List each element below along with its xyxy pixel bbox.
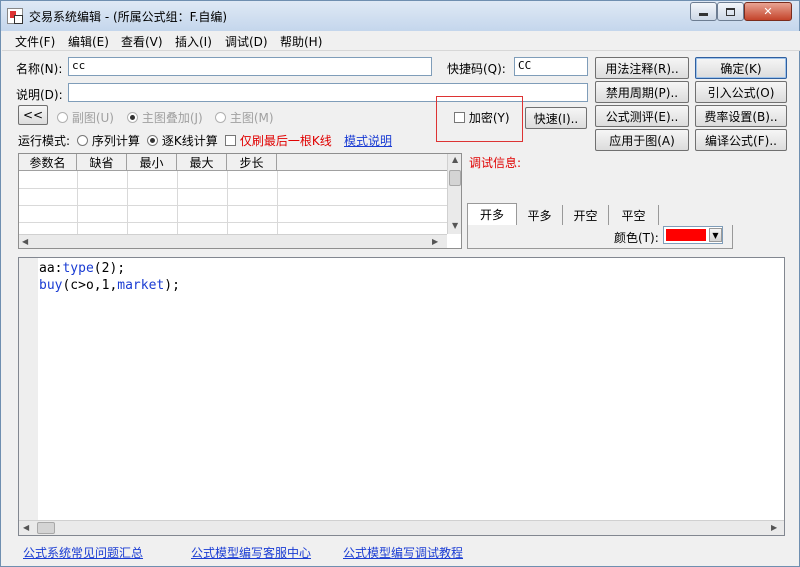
tab-close-long[interactable]: 平多 xyxy=(517,205,563,225)
main-chart-radio[interactable] xyxy=(215,112,226,123)
main-overlay-option[interactable]: 主图叠加(J) xyxy=(127,109,203,126)
compile-button[interactable]: 编译公式(F).. xyxy=(695,129,787,151)
code-keyword: buy xyxy=(39,278,63,293)
editor-window: 交易系统编辑 - (所属公式组：F.自编) ✕ 文件(F) 编辑(E) 查看(V… xyxy=(0,0,800,567)
color-select[interactable]: ▼ xyxy=(663,226,723,244)
code-token: ); xyxy=(164,278,180,293)
editor-hscroll-thumb[interactable] xyxy=(37,522,55,534)
param-header-cell[interactable]: 最小 xyxy=(127,154,177,171)
scroll-down-icon[interactable]: ▼ xyxy=(452,221,458,230)
table-row[interactable] xyxy=(19,222,447,223)
ok-button[interactable]: 确定(K) xyxy=(695,57,787,79)
code-keyword: type xyxy=(62,261,94,276)
debug-info-label: 调试信息: xyxy=(469,156,522,170)
shortcut-input[interactable]: CC xyxy=(514,57,588,76)
param-vscroll-thumb[interactable] xyxy=(449,170,461,186)
color-label: 颜色(T): xyxy=(614,231,659,245)
code-token: aa: xyxy=(39,261,63,276)
code-editor[interactable]: aa:type(2); buy(c>o,1,market); ◀ ▶ xyxy=(18,257,785,536)
run-mode-label: 运行模式: xyxy=(18,134,71,148)
sub-chart-radio[interactable] xyxy=(57,112,68,123)
apply-chart-button[interactable]: 应用于图(A) xyxy=(595,129,689,151)
minimize-icon xyxy=(699,13,708,16)
menu-view[interactable]: 查看(V) xyxy=(121,33,163,50)
maximize-icon xyxy=(726,7,735,16)
desc-label: 说明(D): xyxy=(16,88,63,102)
grid-line xyxy=(77,171,78,234)
sub-chart-option[interactable]: 副图(U) xyxy=(57,109,114,126)
param-table: 参数名 缺省 最小 最大 步长 ▲ ▼ ◀ ▶ xyxy=(18,153,462,249)
menu-help[interactable]: 帮助(H) xyxy=(280,33,322,50)
tab-open-long[interactable]: 开多 xyxy=(467,203,517,225)
menu-debug[interactable]: 调试(D) xyxy=(225,33,268,50)
close-button[interactable]: ✕ xyxy=(744,2,792,21)
quick-button[interactable]: 快速(I).. xyxy=(525,107,587,129)
title-bar[interactable]: 交易系统编辑 - (所属公式组：F.自编) ✕ xyxy=(1,1,799,31)
tab-close-short[interactable]: 平空 xyxy=(609,205,659,225)
grid-line xyxy=(127,171,128,234)
app-icon xyxy=(7,8,23,24)
last-bar-checkbox[interactable] xyxy=(225,135,236,146)
sequence-radio[interactable] xyxy=(77,135,88,146)
param-hscrollbar[interactable]: ◀ ▶ xyxy=(19,234,447,248)
grid-line xyxy=(227,171,228,234)
code-text[interactable]: aa:type(2); buy(c>o,1,market); xyxy=(39,260,180,294)
encrypt-option[interactable]: 加密(Y) xyxy=(454,109,510,126)
editor-gutter xyxy=(19,258,38,520)
code-keyword: market xyxy=(117,278,165,293)
tab-open-short[interactable]: 开空 xyxy=(563,205,609,225)
name-input[interactable]: cc xyxy=(68,57,432,76)
formula-test-button[interactable]: 公式测评(E).. xyxy=(595,105,689,127)
collapse-button[interactable]: << xyxy=(18,105,48,125)
chevron-down-icon[interactable]: ▼ xyxy=(709,228,722,242)
code-token: (c>o,1, xyxy=(62,278,118,293)
main-overlay-radio[interactable] xyxy=(127,112,138,123)
grid-line xyxy=(277,171,278,234)
usage-notes-button[interactable]: 用法注释(R).. xyxy=(595,57,689,79)
menu-bar: 文件(F) 编辑(E) 查看(V) 插入(I) 调试(D) 帮助(H) xyxy=(2,31,800,51)
menu-edit[interactable]: 编辑(E) xyxy=(68,33,109,50)
mode-help-link[interactable]: 模式说明 xyxy=(344,132,392,149)
close-icon: ✕ xyxy=(763,5,773,18)
table-row[interactable] xyxy=(19,205,447,206)
sequence-option[interactable]: 序列计算 xyxy=(77,132,140,149)
main-chart-option[interactable]: 主图(M) xyxy=(215,109,274,126)
shortcut-label: 快捷码(Q): xyxy=(447,62,506,76)
import-formula-button[interactable]: 引入公式(O) xyxy=(695,81,787,103)
faq-link[interactable]: 公式系统常见问题汇总 xyxy=(23,544,143,561)
fee-settings-button[interactable]: 费率设置(B).. xyxy=(695,105,787,127)
window-title: 交易系统编辑 - (所属公式组：F.自编) xyxy=(29,10,228,24)
maximize-button[interactable] xyxy=(717,2,744,21)
scroll-left-icon[interactable]: ◀ xyxy=(22,237,28,246)
minimize-button[interactable] xyxy=(690,2,717,21)
encrypt-checkbox[interactable] xyxy=(454,112,465,123)
disable-period-button[interactable]: 禁用周期(P).. xyxy=(595,81,689,103)
menu-file[interactable]: 文件(F) xyxy=(15,33,55,50)
per-bar-option[interactable]: 逐K线计算 xyxy=(147,132,218,149)
menu-insert[interactable]: 插入(I) xyxy=(175,33,212,50)
scroll-left-icon[interactable]: ◀ xyxy=(23,523,29,532)
grid-line xyxy=(177,171,178,234)
code-token: (2); xyxy=(93,261,126,276)
param-table-header: 参数名 缺省 最小 最大 步长 xyxy=(19,154,447,171)
param-header-cell[interactable]: 参数名 xyxy=(19,154,77,171)
editor-hscrollbar[interactable]: ◀ ▶ xyxy=(19,520,784,535)
scroll-up-icon[interactable]: ▲ xyxy=(452,155,458,164)
last-bar-option[interactable]: 仅刷最后一根K线 xyxy=(225,132,332,149)
param-header-cell[interactable]: 步长 xyxy=(227,154,277,171)
tutorial-link[interactable]: 公式模型编写调试教程 xyxy=(343,544,463,561)
color-swatch xyxy=(666,229,706,241)
scroll-right-icon[interactable]: ▶ xyxy=(432,237,438,246)
support-link[interactable]: 公式模型编写客服中心 xyxy=(191,544,311,561)
param-header-cell[interactable]: 缺省 xyxy=(77,154,127,171)
scroll-right-icon[interactable]: ▶ xyxy=(771,523,777,532)
table-row[interactable] xyxy=(19,188,447,189)
param-header-cell[interactable]: 最大 xyxy=(177,154,227,171)
name-label: 名称(N): xyxy=(16,62,63,76)
per-bar-radio[interactable] xyxy=(147,135,158,146)
param-vscrollbar[interactable]: ▲ ▼ xyxy=(447,154,461,234)
